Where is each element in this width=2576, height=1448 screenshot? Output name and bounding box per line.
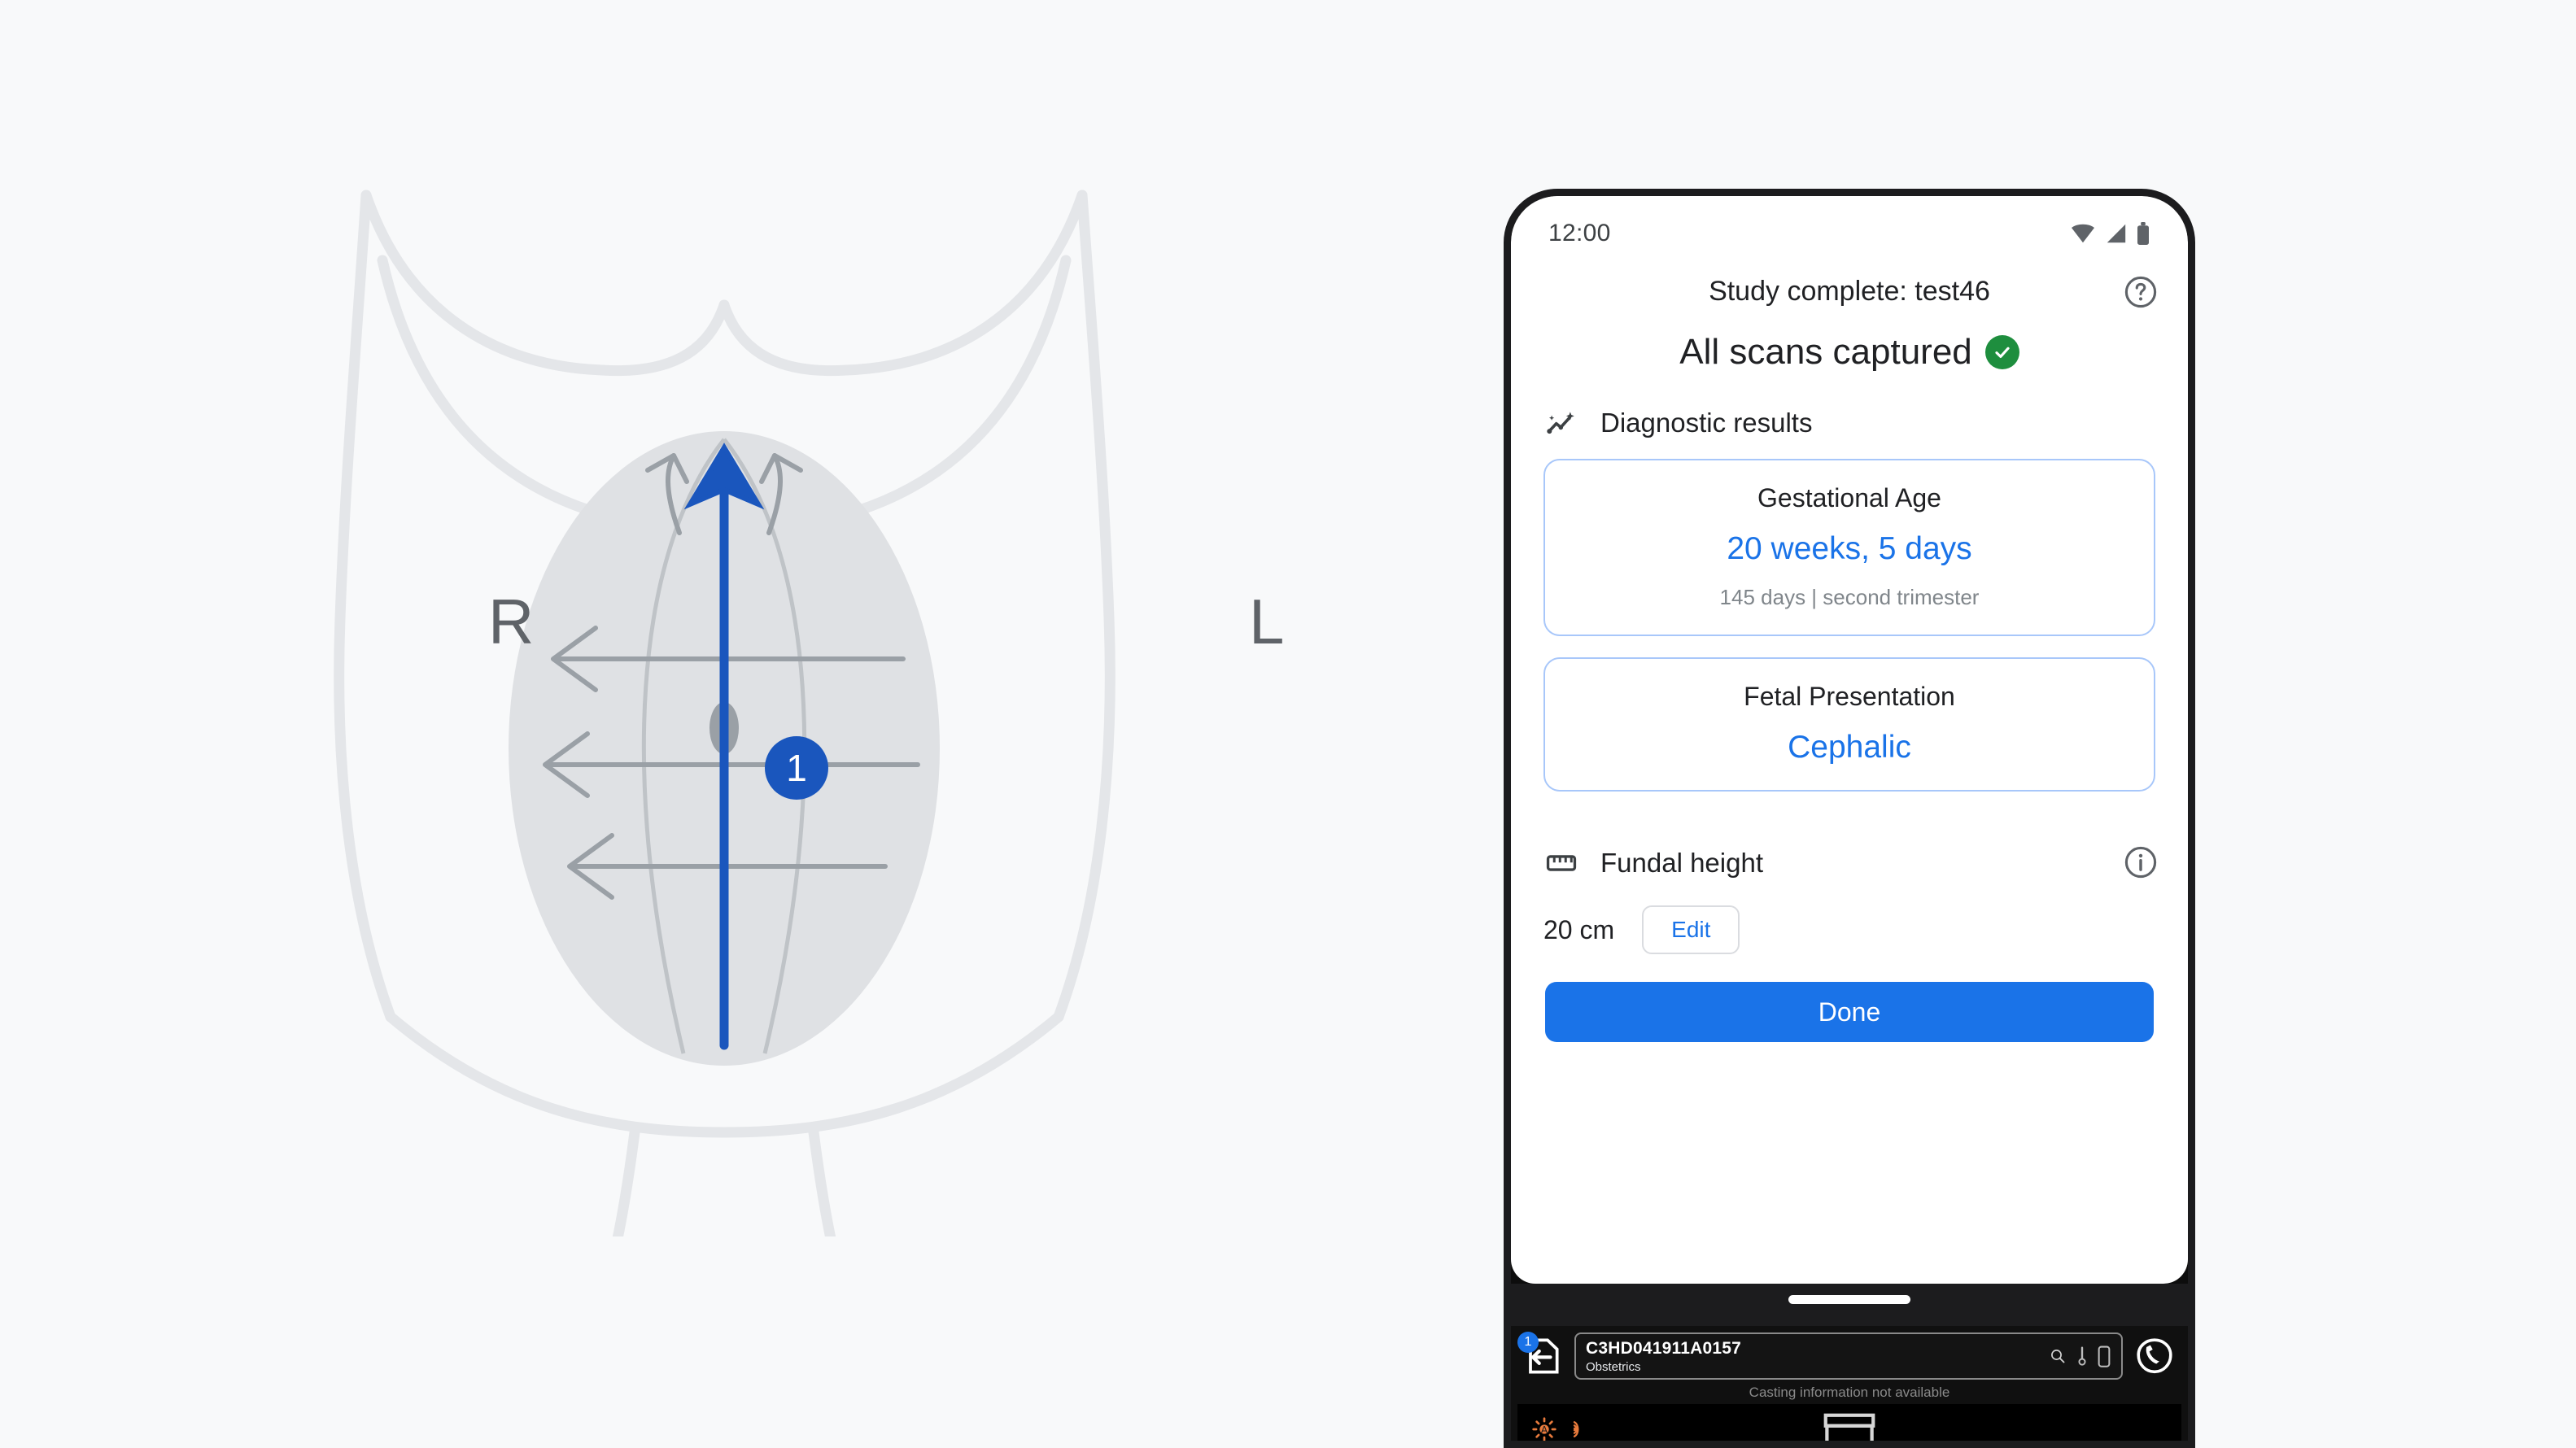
info-circle-icon[interactable]: [2123, 844, 2159, 880]
cast-status-text: Casting information not available: [1749, 1385, 1950, 1400]
analytics-sparkle-icon: [1543, 405, 1579, 441]
battery-icon: [2137, 222, 2149, 245]
card-title: Gestational Age: [1757, 483, 1941, 512]
probe-field-icons: [2048, 1345, 2111, 1367]
status-bar: 12:00: [1511, 196, 2188, 256]
search-icon[interactable]: [2048, 1346, 2067, 1366]
done-button[interactable]: Done: [1545, 982, 2154, 1042]
card-title: Fetal Presentation: [1744, 682, 1955, 711]
diagnostic-cards: Gestational Age 20 weeks, 5 days 145 day…: [1511, 459, 2188, 813]
phone-mockup: 12:00 Study complete: test46 All scans c…: [1504, 189, 2195, 1448]
gestational-age-card: Gestational Age 20 weeks, 5 days 145 day…: [1543, 459, 2155, 636]
probe-id: C3HD041911A0157: [1586, 1338, 1741, 1358]
help-circle-icon[interactable]: [2123, 274, 2159, 310]
edit-button[interactable]: Edit: [1642, 905, 1740, 954]
card-subtext: 145 days | second trimester: [1719, 585, 1980, 609]
home-indicator[interactable]: [1788, 1295, 1910, 1304]
diagnostics-section-label: Diagnostic results: [1600, 408, 1813, 438]
probe-outline-icon: [1823, 1413, 1875, 1441]
fundal-height-value: 20 cm: [1543, 914, 1615, 944]
phone-screen: 12:00 Study complete: test46 All scans c…: [1511, 196, 2188, 1284]
scans-status-row: All scans captured: [1511, 332, 2188, 373]
video-overlay-icons: A: [1530, 1415, 1591, 1441]
diagnostics-section-header: Diagnostic results: [1511, 405, 2188, 441]
status-system-icons: [2069, 222, 2150, 245]
back-document-icon[interactable]: 1: [1517, 1332, 1565, 1379]
back-badge-count: 1: [1517, 1332, 1539, 1353]
auto-brightness-icon: A: [1532, 1417, 1557, 1441]
card-value: Cephalic: [1788, 730, 1911, 765]
probe-info-field[interactable]: C3HD041911A0157 Obstetrics: [1574, 1332, 2123, 1380]
card-value: 20 weeks, 5 days: [1727, 531, 1972, 566]
sweep-number-badge: 1: [765, 736, 828, 800]
fundal-section-label: Fundal height: [1600, 848, 1763, 878]
status-clock: 12:00: [1548, 220, 1611, 246]
page-root: R L 1 12:00 Study complete: test46 All s…: [0, 0, 2576, 1448]
signal-arc-icon: [1573, 1421, 1579, 1437]
wifi-icon: [2072, 224, 2094, 243]
device-control-row: 1 C3HD041911A0157 Obstetrics: [1511, 1326, 2188, 1380]
cellular-signal-icon: [2107, 224, 2126, 243]
device-control-bar: 1 C3HD041911A0157 Obstetrics Casting inf…: [1511, 1326, 2188, 1441]
scan-guidance-illustration: R L 1: [146, 98, 1302, 1236]
home-indicator-area: [1511, 1284, 2188, 1326]
app-header: Study complete: test46 All scans capture…: [1511, 256, 2188, 373]
check-glyph: [1995, 347, 2010, 358]
fundal-section-header: Fundal height: [1511, 845, 2188, 881]
check-circle-icon: [1984, 335, 2019, 369]
svg-text:A: A: [1541, 1424, 1548, 1436]
thermometer-icon: [2078, 1346, 2086, 1366]
ruler-icon: [1543, 845, 1579, 881]
fetal-presentation-card: Fetal Presentation Cephalic: [1543, 657, 2155, 792]
probe-texts: C3HD041911A0157 Obstetrics: [1586, 1339, 1741, 1374]
ultrasound-probe-icon[interactable]: [2133, 1334, 2177, 1378]
probe-mode: Obstetrics: [1586, 1359, 1641, 1374]
page-title: Study complete: test46: [1709, 276, 1990, 307]
ultrasound-video-area: A: [1517, 1404, 2181, 1441]
right-side-label: R: [488, 586, 535, 657]
scans-status-text: All scans captured: [1679, 332, 1972, 372]
battery-icon: [2098, 1346, 2111, 1367]
fundal-value-row: 20 cm Edit: [1511, 905, 2188, 954]
left-side-label: L: [1249, 586, 1285, 657]
